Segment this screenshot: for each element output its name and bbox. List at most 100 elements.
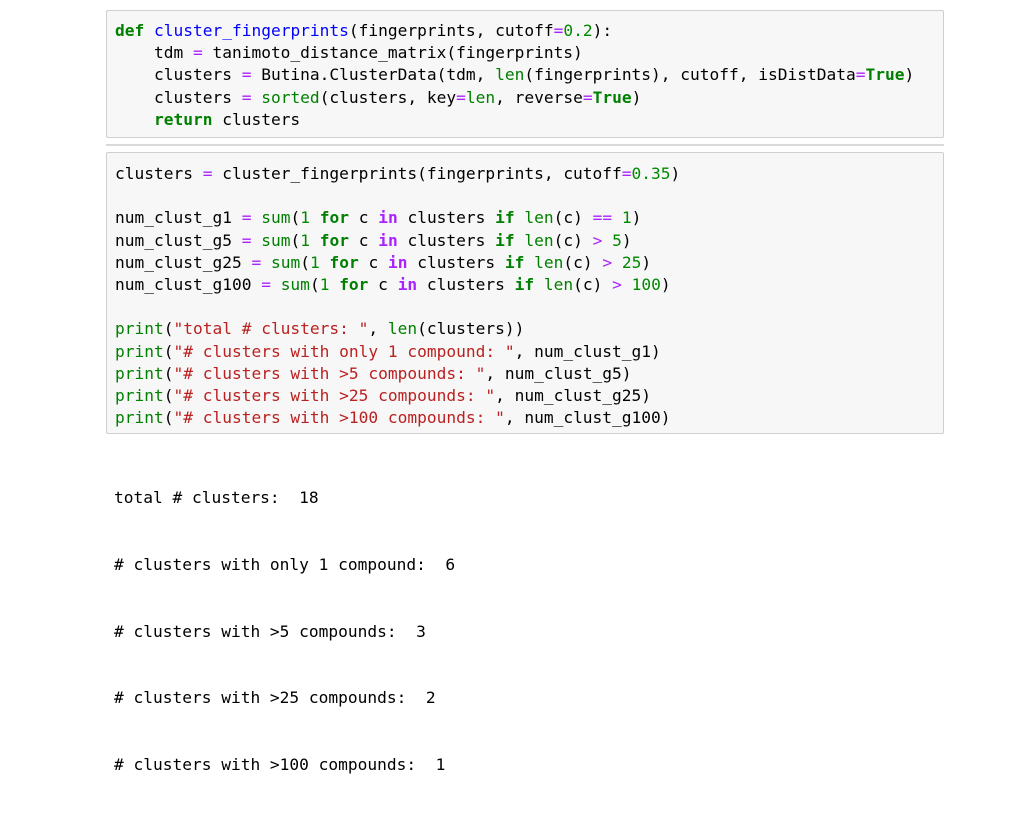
- code-token: if: [504, 252, 525, 272]
- code-token: 0.2: [563, 21, 593, 40]
- code-token: =: [241, 65, 252, 85]
- code-line: print("# clusters with >5 compounds: ", …: [115, 363, 680, 385]
- code-token: clusters: [417, 274, 515, 294]
- code-token: sum: [270, 252, 301, 272]
- code-token: True: [865, 65, 905, 85]
- code-token: len: [495, 65, 525, 85]
- code-line: print("# clusters with only 1 compound: …: [115, 341, 680, 363]
- code-cell-1[interactable]: def cluster_fingerprints(fingerprints, c…: [106, 10, 944, 138]
- code-token: ): [660, 274, 671, 294]
- code-token: len: [534, 252, 564, 272]
- output-line: # clusters with >5 compounds: 3: [114, 621, 426, 641]
- code-token: ==: [592, 208, 613, 228]
- code-token: clusters: [212, 109, 301, 129]
- code-line: num_clust_g5 = sum(1 for c in clusters i…: [115, 230, 680, 252]
- code-token: in: [378, 230, 398, 250]
- code-line: print("# clusters with >25 compounds: ",…: [115, 385, 680, 407]
- code-cell-2[interactable]: clusters = cluster_fingerprints(fingerpr…: [106, 152, 944, 434]
- cell-divider: [106, 144, 944, 146]
- code-token: >: [612, 274, 622, 294]
- code-token: ): [631, 87, 642, 107]
- code-token: =: [241, 87, 252, 107]
- code-token: (c): [553, 208, 593, 228]
- code-token: clusters: [407, 252, 505, 272]
- code-token: 1: [300, 230, 310, 250]
- code-line: tdm = tanimoto_distance_matrix(fingerpri…: [115, 42, 914, 64]
- code-token: 5: [612, 230, 622, 250]
- code-token: print: [115, 363, 164, 383]
- code-token: cluster_fingerprints: [154, 21, 349, 40]
- code-token: =: [202, 164, 213, 183]
- output-line: total # clusters: 18: [114, 488, 319, 508]
- code-token: (fingerprints), cutoff, isDistData: [524, 65, 856, 85]
- code-token: sorted: [261, 87, 320, 107]
- code-token: "# clusters with only 1 compound: ": [173, 341, 515, 361]
- code-line: clusters = sorted(clusters, key=len, rev…: [115, 87, 914, 109]
- code-token: =: [582, 87, 593, 107]
- code-token: print: [115, 319, 164, 339]
- code-token: =: [192, 43, 203, 63]
- code-token: len: [524, 208, 554, 228]
- code-token: (clusters, key: [319, 87, 457, 107]
- code-token: cluster_fingerprints(fingerprints, cutof…: [212, 164, 622, 183]
- code-token: 1: [300, 208, 310, 228]
- code-token: sum: [280, 274, 310, 294]
- code-token: ): [904, 65, 915, 85]
- output-line: # clusters with >100 compounds: 1: [114, 754, 446, 774]
- code-token: print: [115, 341, 164, 361]
- code-token: num_clust_g5: [115, 230, 242, 250]
- code-editor-2[interactable]: clusters = cluster_fingerprints(fingerpr…: [115, 163, 680, 429]
- code-token: if: [514, 274, 535, 294]
- code-token: , num_clust_g1): [514, 341, 661, 361]
- code-token: =: [855, 65, 866, 85]
- code-token: "# clusters with >100 compounds: ": [173, 408, 505, 428]
- code-token: ): [631, 208, 642, 228]
- code-token: ): [670, 164, 681, 183]
- code-token: for: [319, 230, 349, 250]
- code-line: clusters = Butina.ClusterData(tdm, len(f…: [115, 64, 914, 86]
- code-token: 1: [319, 274, 330, 294]
- cell-output: total # clusters: 18 # clusters with onl…: [106, 443, 944, 773]
- code-token: num_clust_g25: [115, 252, 252, 272]
- code-token: 25: [621, 252, 642, 272]
- code-line: print("total # clusters: ", len(clusters…: [115, 318, 680, 340]
- code-token: return: [153, 109, 213, 129]
- output-line: # clusters with >25 compounds: 2: [114, 688, 436, 708]
- code-token: (: [300, 252, 310, 272]
- code-token: c: [348, 230, 379, 250]
- code-token: tdm: [115, 43, 193, 63]
- code-token: c: [358, 252, 388, 272]
- code-token: sum: [261, 208, 291, 228]
- code-token: , reverse: [495, 87, 583, 107]
- code-token: if: [495, 208, 515, 228]
- code-editor-1[interactable]: def cluster_fingerprints(fingerprints, c…: [115, 20, 914, 131]
- code-token: len: [524, 230, 554, 250]
- code-line: return clusters: [115, 109, 914, 131]
- code-token: , num_clust_g5): [485, 363, 632, 383]
- code-token: (clusters)): [417, 319, 525, 339]
- code-token: "# clusters with >25 compounds: ": [173, 385, 496, 405]
- code-token: =: [241, 208, 252, 228]
- code-token: (c): [553, 230, 593, 250]
- code-token: in: [387, 252, 408, 272]
- code-token: for: [339, 274, 369, 294]
- code-line: num_clust_g100 = sum(1 for c in clusters…: [115, 274, 680, 296]
- code-token: in: [378, 208, 398, 228]
- code-token: print: [115, 385, 164, 405]
- code-token: ,: [368, 319, 388, 339]
- code-token: print: [115, 408, 164, 428]
- code-token: Butina.ClusterData(tdm,: [251, 65, 496, 85]
- code-token: , num_clust_g25): [495, 385, 652, 405]
- code-token: True: [592, 87, 632, 107]
